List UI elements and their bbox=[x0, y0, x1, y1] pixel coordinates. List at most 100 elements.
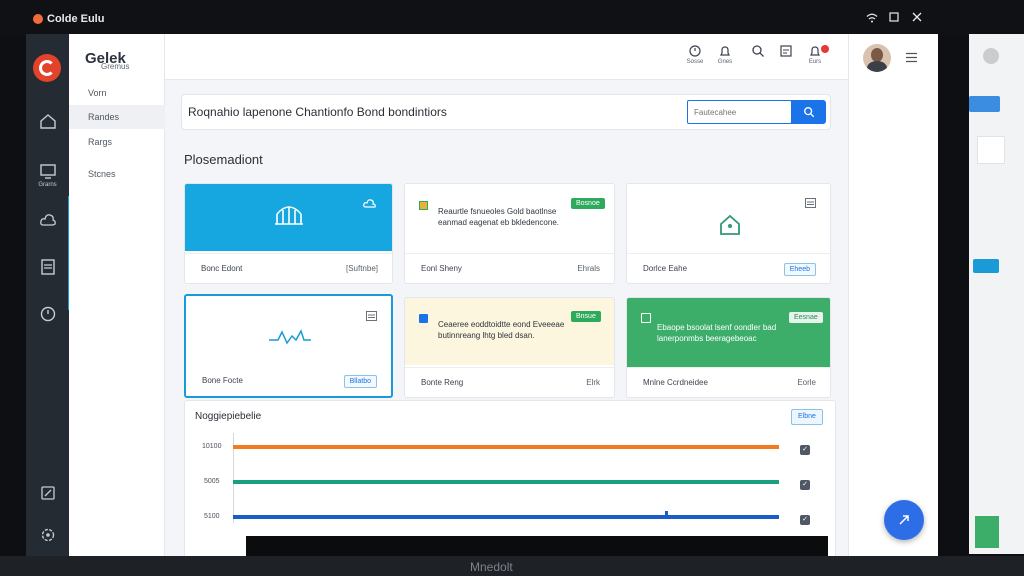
card-footer-label: Eonl Sheny bbox=[421, 264, 462, 273]
notification-caption: Eurs bbox=[808, 59, 822, 65]
card-footer-action[interactable]: Elrk bbox=[586, 378, 600, 387]
series-marker bbox=[665, 511, 668, 519]
bg-app-button bbox=[969, 96, 1000, 112]
card-footer-label: Mnlne Ccrdneidee bbox=[643, 378, 708, 387]
app-logo-icon bbox=[33, 14, 43, 24]
search-input[interactable] bbox=[687, 100, 792, 124]
card-body-text: Reaurtle fsnueoles Gold baotlnse eanmad … bbox=[438, 207, 559, 227]
y-tick-label: 5100 bbox=[204, 513, 220, 520]
menu-icon[interactable] bbox=[805, 198, 816, 208]
app-logo[interactable] bbox=[33, 54, 61, 82]
expand-icon bbox=[899, 515, 909, 525]
card-footer-action[interactable]: Eheeb bbox=[783, 263, 816, 276]
background-app-window bbox=[969, 34, 1024, 554]
card-thumbnail-icon bbox=[419, 314, 428, 323]
card-footer: Eonl Sheny Ehrals bbox=[405, 253, 614, 283]
search-icon[interactable] bbox=[743, 44, 773, 74]
cloud-icon[interactable] bbox=[26, 205, 69, 235]
nav-item-stcnes[interactable]: Stcnes bbox=[69, 162, 165, 186]
card-footer-label: Bonc Edont bbox=[201, 264, 243, 273]
status-badge: Bnsue bbox=[571, 311, 601, 322]
right-panel bbox=[848, 34, 938, 558]
cloud-icon[interactable] bbox=[363, 197, 377, 209]
notification-badge bbox=[821, 45, 829, 53]
chart-title: Noggiepiebelie bbox=[195, 411, 262, 422]
bg-app-card bbox=[977, 136, 1005, 164]
card-hero[interactable]: Bonc Edont [Suftnbe] bbox=[184, 183, 393, 284]
wifi-icon[interactable] bbox=[866, 11, 878, 26]
chart-filter-button[interactable]: Elbne bbox=[791, 409, 823, 425]
nav-item-rargs[interactable]: Rargs bbox=[69, 130, 165, 154]
card-footer-action[interactable]: [Suftnbe] bbox=[346, 264, 378, 273]
hamburger-menu-icon[interactable] bbox=[905, 52, 918, 63]
edit-icon[interactable] bbox=[26, 478, 69, 508]
card-green[interactable]: Eesnae Ebaope bsoolat lsenf oondler bad … bbox=[626, 297, 831, 398]
card-footer-action[interactable]: Ehrals bbox=[577, 264, 600, 273]
card-footer-label: Bone Focte bbox=[202, 376, 243, 385]
main-content: Sosse Gnes Eurs Roqnahio lapenone Chanti… bbox=[165, 34, 848, 558]
document-list-icon[interactable] bbox=[26, 252, 69, 282]
card-chart[interactable]: Bone Focte Bllatbo bbox=[184, 294, 393, 398]
nav-panel: Gelek Gremus Vorn Randes Rargs Stcnes bbox=[69, 34, 166, 558]
os-window-title: Colde Eulu bbox=[47, 13, 105, 25]
card-footer-action[interactable]: Eorle bbox=[797, 378, 816, 387]
home-icon[interactable] bbox=[26, 106, 69, 136]
chart-plot bbox=[233, 445, 779, 519]
compass-icon[interactable] bbox=[26, 299, 69, 329]
monitor-icon[interactable]: Grarns bbox=[26, 158, 69, 192]
bg-app-chip bbox=[973, 259, 999, 273]
chart-card: Noggiepiebelie Elbne 10100 5005 5100 ✓ ✓… bbox=[184, 400, 836, 558]
card-footer-label: Bonte Reng bbox=[421, 378, 464, 387]
bell-caption: Gnes bbox=[717, 59, 733, 65]
bell-icon[interactable]: Gnes bbox=[710, 44, 740, 74]
card-footer: Mnlne Ccrdneidee Eorle bbox=[627, 367, 830, 397]
card-footer-action[interactable]: Bllatbo bbox=[343, 375, 377, 388]
series-toggle-checkbox[interactable]: ✓ bbox=[800, 480, 810, 490]
menu-icon[interactable] bbox=[366, 311, 377, 321]
nav-item-randes[interactable]: Randes bbox=[69, 105, 166, 129]
nav-item-vorn[interactable]: Vorn bbox=[69, 81, 165, 105]
card-hero-banner bbox=[185, 184, 392, 251]
calendar-icon[interactable] bbox=[771, 44, 801, 74]
avatar[interactable] bbox=[863, 44, 891, 72]
minimize-icon[interactable] bbox=[889, 10, 899, 25]
laptop-screen: Grarns Gelek Gremus Vorn Randes Rargs St… bbox=[26, 34, 938, 558]
clock-icon[interactable]: Sosse bbox=[680, 44, 710, 74]
header-title: Roqnahio lapenone Chantionfo Bond bondin… bbox=[188, 105, 447, 119]
top-toolbar: Sosse Gnes Eurs bbox=[165, 34, 848, 80]
floating-action-button[interactable] bbox=[884, 500, 924, 540]
y-tick-label: 10100 bbox=[202, 443, 222, 450]
bridge-icon bbox=[275, 206, 303, 225]
card-thumbnail-icon bbox=[419, 201, 428, 210]
icon-rail: Grarns bbox=[26, 34, 72, 558]
card-thumbnail-icon bbox=[641, 313, 651, 323]
card-body-text: Ceaeree eoddtoidtte eond Eveeeae butinnr… bbox=[438, 320, 565, 340]
search-button[interactable] bbox=[791, 100, 826, 124]
status-badge: Bosnoe bbox=[571, 198, 605, 209]
card-footer: Dorlce Eahe Eheeb bbox=[627, 253, 830, 283]
card-footer: Bone Focte Bllatbo bbox=[186, 366, 391, 396]
series-toggle-checkbox[interactable]: ✓ bbox=[800, 515, 810, 525]
section-title: Plosemadiont bbox=[184, 152, 263, 167]
y-tick-label: 5005 bbox=[204, 478, 220, 485]
clock-caption: Sosse bbox=[686, 59, 704, 65]
laptop-brand-label: Mnedolt bbox=[470, 560, 513, 574]
card-text[interactable]: Bosnoe Reaurtle fsnueoles Gold baotlnse … bbox=[404, 183, 615, 284]
card-footer: Bonc Edont [Suftnbe] bbox=[185, 253, 392, 283]
card-body-text: Ebaope bsoolat lsenf oondler bad lanerpo… bbox=[657, 323, 777, 343]
settings-icon[interactable] bbox=[26, 520, 69, 550]
os-titlebar: Colde Eulu bbox=[0, 0, 1024, 36]
search-button-icon bbox=[803, 107, 814, 118]
pulse-chart-icon bbox=[269, 329, 311, 345]
card-yellow[interactable]: Bnsue Ceaeree eoddtoidtte eond Eveeeae b… bbox=[404, 297, 615, 398]
status-badge: Eesnae bbox=[789, 312, 823, 323]
screen-bezel bbox=[246, 536, 828, 556]
close-icon[interactable] bbox=[912, 10, 922, 25]
card-footer: Bonte Reng Elrk bbox=[405, 367, 614, 397]
series-toggle-checkbox[interactable]: ✓ bbox=[800, 445, 810, 455]
bg-app-green-block bbox=[975, 516, 999, 548]
card-icon[interactable]: Dorlce Eahe Eheeb bbox=[626, 183, 831, 284]
bg-app-avatar bbox=[983, 48, 999, 64]
header-card: Roqnahio lapenone Chantionfo Bond bondin… bbox=[181, 94, 831, 130]
brand-subtitle: Gremus bbox=[101, 62, 130, 71]
